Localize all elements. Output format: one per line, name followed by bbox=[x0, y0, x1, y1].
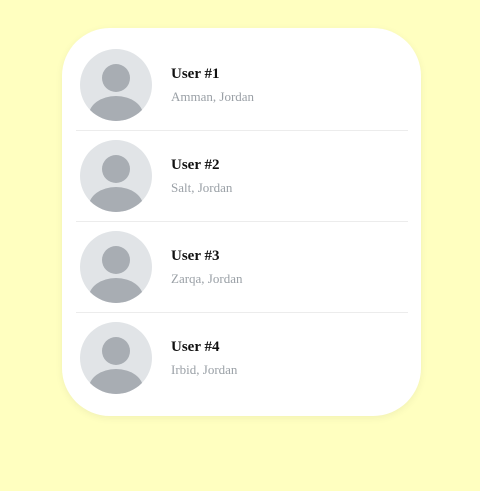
user-list-item[interactable]: User #3 Zarqa, Jordan bbox=[76, 222, 408, 313]
user-location: Salt, Jordan bbox=[171, 180, 233, 195]
user-silhouette-icon bbox=[89, 337, 143, 394]
user-list-card: User #1 Amman, Jordan User #2 Salt, Jord… bbox=[62, 28, 421, 416]
user-location: Zarqa, Jordan bbox=[171, 271, 243, 286]
user-list-item[interactable]: User #2 Salt, Jordan bbox=[76, 131, 408, 222]
user-name: User #1 bbox=[171, 66, 220, 82]
user-list-item[interactable]: User #4 Irbid, Jordan bbox=[76, 313, 408, 403]
user-name: User #4 bbox=[171, 339, 220, 355]
user-name: User #2 bbox=[171, 157, 220, 173]
user-location: Amman, Jordan bbox=[171, 89, 255, 104]
user-list-item[interactable]: User #1 Amman, Jordan bbox=[76, 40, 408, 131]
avatar bbox=[80, 322, 152, 394]
avatar bbox=[80, 140, 152, 212]
user-name: User #3 bbox=[171, 248, 220, 264]
user-location: Irbid, Jordan bbox=[171, 362, 238, 377]
user-info: User #3 Zarqa, Jordan bbox=[171, 247, 242, 287]
user-silhouette-icon bbox=[89, 155, 143, 212]
user-silhouette-icon bbox=[89, 246, 143, 303]
user-info: User #4 Irbid, Jordan bbox=[171, 338, 237, 378]
avatar bbox=[80, 231, 152, 303]
user-info: User #1 Amman, Jordan bbox=[171, 65, 254, 105]
avatar bbox=[80, 49, 152, 121]
user-list: User #1 Amman, Jordan User #2 Salt, Jord… bbox=[76, 28, 408, 403]
user-silhouette-icon bbox=[89, 64, 143, 121]
user-info: User #2 Salt, Jordan bbox=[171, 156, 232, 196]
